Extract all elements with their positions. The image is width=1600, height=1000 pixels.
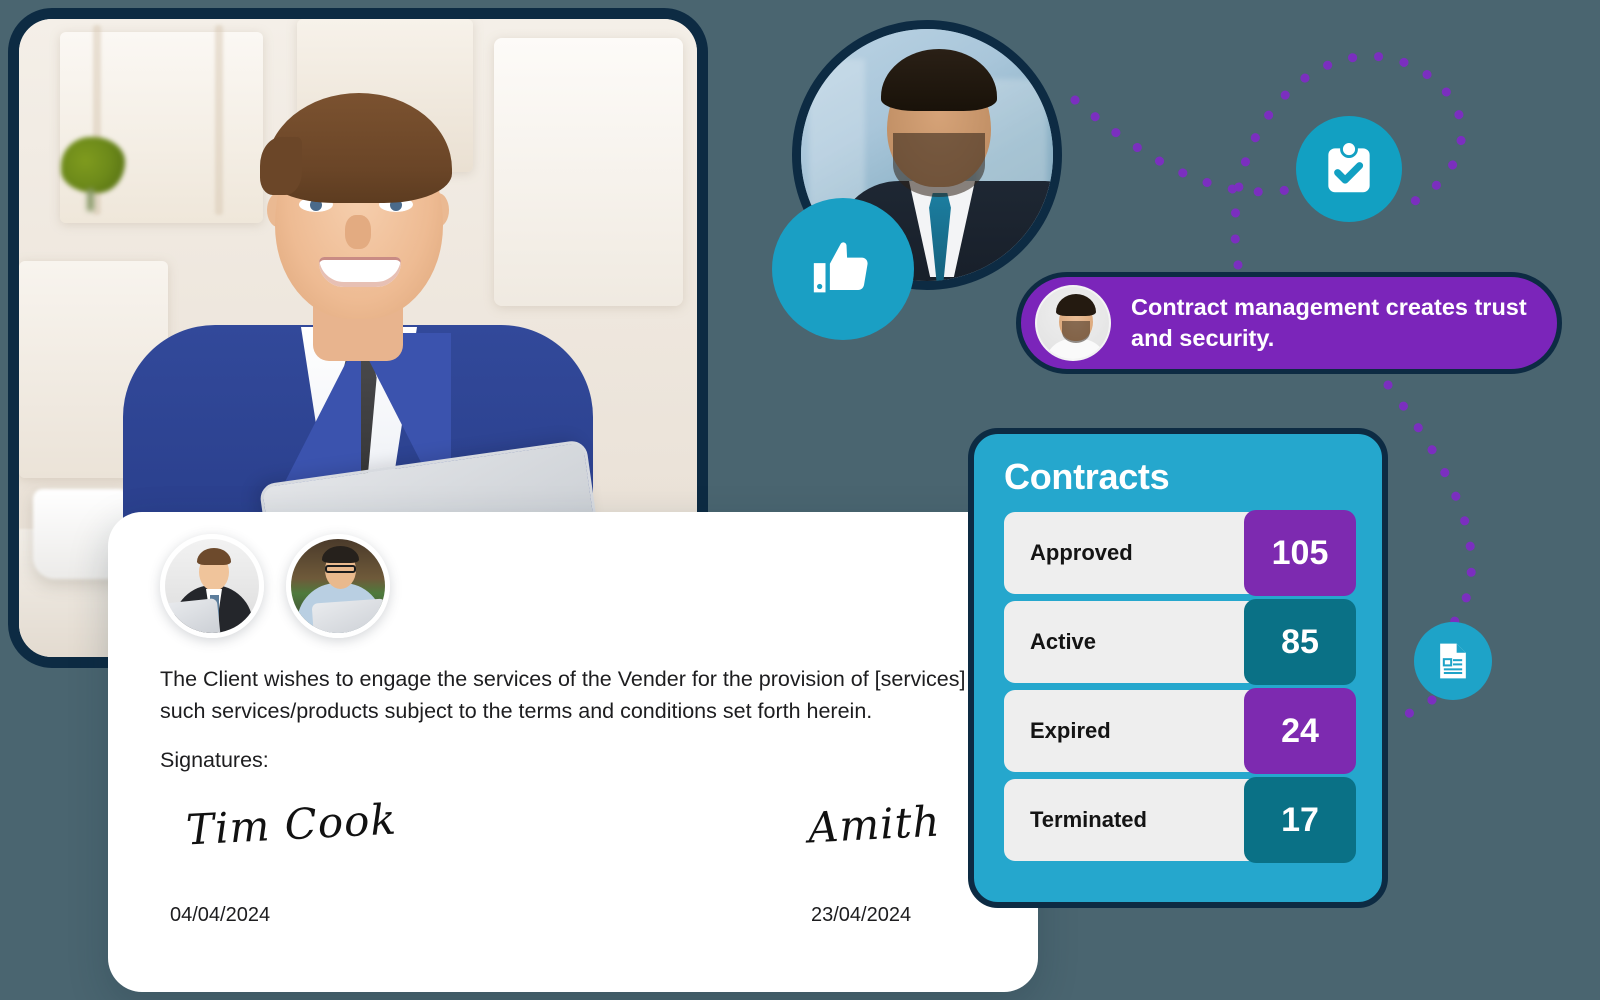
signature-right: Amith: [806, 796, 942, 853]
contract-row-label: Approved: [1030, 540, 1133, 565]
contract-body-text: The Client wishes to engage the services…: [160, 664, 1022, 728]
contract-document-card: The Client wishes to engage the services…: [108, 512, 1038, 992]
avatar-laptop: [311, 598, 385, 633]
contract-body-line-1: The Client wishes to engage the services…: [160, 667, 966, 691]
path-document-to-contracts: [1387, 695, 1437, 720]
avatar-glasses: [325, 565, 356, 573]
beard: [893, 133, 985, 197]
contract-row[interactable]: Approved 105: [1004, 510, 1356, 596]
promo-composition: Contract management creates trust and se…: [0, 0, 1600, 1000]
avatar-laptop: [165, 598, 222, 633]
document-avatar-2: [286, 534, 390, 638]
contract-row-value: 24: [1244, 688, 1356, 774]
contract-row-label: Terminated: [1030, 807, 1147, 832]
contracts-row-list: Approved 105 Active 85 Expired 24 Terminated 17: [1004, 510, 1356, 863]
contract-row[interactable]: Expired 24: [1004, 688, 1356, 774]
contract-row-label: Expired: [1030, 718, 1111, 743]
contract-row-value: 17: [1244, 777, 1356, 863]
document-icon: [1440, 643, 1466, 679]
contracts-title: Contracts: [1004, 456, 1170, 497]
thumbs-up-icon: [813, 242, 868, 293]
document-avatar-1: [160, 534, 264, 638]
plant-decor: [61, 137, 125, 193]
thumbs-up-badge: [772, 198, 914, 340]
avatar-beard: [1062, 321, 1090, 343]
signature-date-right: 23/04/2024: [811, 904, 912, 926]
message-bubble: Contract management creates trust and se…: [1016, 272, 1562, 374]
contract-row-label: Active: [1030, 629, 1097, 654]
building-decor: [809, 59, 865, 209]
mouth: [319, 257, 401, 287]
document-badge: [1414, 622, 1492, 700]
hair: [260, 93, 452, 203]
contract-row[interactable]: Active 85: [1004, 599, 1356, 685]
contract-row-value: 105: [1244, 510, 1356, 596]
bubble-avatar: [1035, 285, 1111, 361]
avatar-hair: [1056, 294, 1096, 316]
signatures-label: Signatures:: [160, 748, 269, 772]
signature-left: Tim Cook: [184, 794, 398, 855]
contract-row-value: 85: [1244, 599, 1356, 685]
nose: [345, 215, 371, 249]
signature-date-left: 04/04/2024: [170, 904, 271, 926]
contract-row[interactable]: Terminated 17: [1004, 777, 1356, 863]
clipboard-check-icon: [1328, 140, 1370, 193]
contracts-card: Contracts Approved 105 Active 85 Expired 24 Te…: [968, 428, 1388, 908]
path-bubble-to-document: [1383, 380, 1476, 630]
contract-body-line-2: such services/products subject to the te…: [160, 698, 873, 723]
clipboard-check-badge: [1296, 116, 1402, 222]
bubble-message-text: Contract management creates trust and se…: [1131, 293, 1527, 351]
